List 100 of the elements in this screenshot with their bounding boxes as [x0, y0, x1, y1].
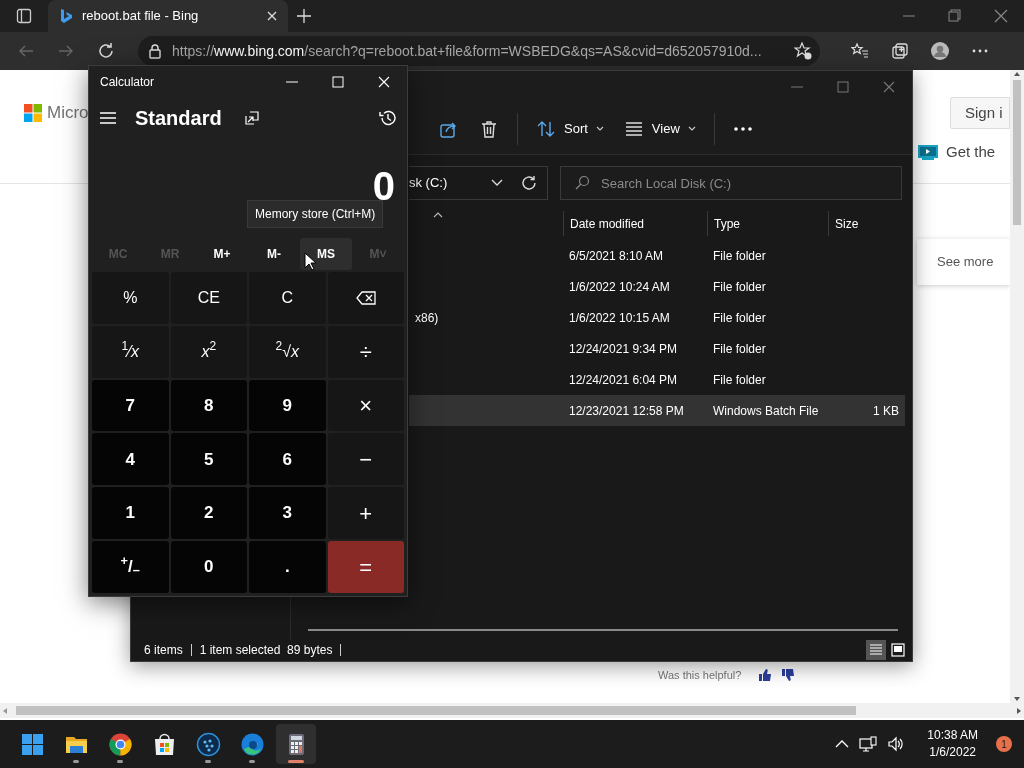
microsoft-logo-icon [24, 104, 42, 122]
memory-button[interactable]: MS [300, 238, 352, 270]
maximize-icon[interactable] [330, 74, 346, 90]
digit-button[interactable]: . [249, 541, 326, 593]
sort-ascending-icon[interactable] [433, 211, 443, 219]
file-row[interactable]: 1/6/2022 10:24 AM File folder [409, 271, 905, 302]
digit-button[interactable]: 6 [249, 433, 326, 486]
tab-actions-icon[interactable] [16, 8, 32, 24]
operator-button[interactable]: + [327, 487, 404, 540]
tab-title: reboot.bat file - Bing [82, 7, 200, 26]
address-field[interactable]: sk (C:) [409, 166, 548, 200]
search-field[interactable]: Search Local Disk (C:) [560, 166, 902, 200]
type-cell-text: Windows Batch File [712, 403, 819, 418]
logo-text: Micro [47, 102, 89, 125]
column-header[interactable]: Type [707, 211, 828, 236]
bing-logo-icon [60, 8, 72, 24]
dropdown-caret-icon [687, 125, 696, 132]
operator-button[interactable]: C [249, 272, 326, 324]
restore-icon[interactable] [947, 8, 963, 24]
file-row[interactable]: 12/24/2021 9:34 PM File folder [409, 333, 905, 364]
collections-icon[interactable] [891, 42, 909, 60]
operator-button[interactable]: − [327, 433, 404, 486]
digit-button[interactable]: 0 [170, 541, 247, 593]
add-favorite-icon[interactable] [794, 42, 812, 60]
selection-info: 1 item selected 89 bytes [199, 642, 333, 659]
type-cell-text: File folder [712, 372, 766, 387]
view-button[interactable]: View [615, 110, 704, 147]
close-tab-icon[interactable] [266, 10, 278, 22]
operator-button[interactable]: x$^{2}$ [170, 325, 247, 378]
date-cell-text: 1/6/2022 10:15 AM [568, 310, 670, 325]
close-icon[interactable] [376, 74, 392, 90]
operator-button[interactable]: × [327, 379, 404, 432]
backspace-button[interactable] [327, 272, 404, 324]
memory-button[interactable]: M+ [196, 238, 248, 270]
equals-button[interactable]: = [327, 541, 404, 593]
new-tab-icon[interactable] [296, 8, 312, 24]
digit-button[interactable]: 2 [170, 487, 247, 540]
browser-ball-icon [107, 731, 133, 757]
operator-button[interactable]: ÷ [327, 325, 404, 378]
type-cell-text: File folder [712, 279, 766, 294]
taskbar-button[interactable] [276, 724, 316, 764]
digit-button[interactable]: 5 [170, 433, 247, 486]
sign-in-button[interactable]: Sign i [950, 97, 1010, 129]
vertical-scrollbar[interactable] [1010, 70, 1024, 703]
network-icon[interactable] [859, 736, 878, 752]
file-row[interactable]: 12/24/2021 6:04 PM File folder [409, 364, 905, 395]
keep-on-top-icon[interactable] [243, 110, 260, 126]
column-header[interactable]: Date modified [563, 211, 707, 236]
app-promo-icon [918, 144, 938, 161]
address-bar[interactable]: https://www.bing.com/search?q=reboot.bat+file&form=WSBEDG&qs=AS&cvid=d652057910d... [138, 36, 820, 66]
digit-button[interactable]: 1 [92, 487, 169, 540]
operator-button[interactable]: $^{2}$√x [249, 325, 326, 378]
preview-icon [891, 643, 905, 657]
menu-icon[interactable] [99, 111, 117, 125]
dropdown-chevron-icon[interactable] [491, 179, 503, 187]
clock-button[interactable]: 10:38 AM 1/6/2022 [927, 727, 978, 761]
scrollbar-thumb[interactable] [1013, 80, 1021, 225]
sort-button[interactable]: Sort [528, 110, 612, 147]
file-row[interactable]: x86) 1/6/2022 10:15 AM File folder [409, 302, 905, 333]
file-name: x86) [414, 310, 439, 325]
chevron-up-icon[interactable] [835, 739, 850, 749]
file-row[interactable]: 12/23/2021 12:58 PM Windows Batch File 1 KB [409, 395, 905, 426]
item-count: 6 items [144, 642, 183, 659]
digit-button[interactable]: 7 [92, 379, 169, 432]
history-icon[interactable] [379, 109, 397, 127]
thumbs-down-icon[interactable] [782, 668, 796, 681]
digit-button[interactable]: 3 [249, 487, 326, 540]
notification-badge[interactable]: 1 [996, 736, 1012, 752]
operator-button[interactable]: % [92, 272, 169, 324]
edge-swirl-icon [239, 731, 265, 757]
size-cell-text: 1 KB [872, 403, 899, 418]
digit-button[interactable]: 9 [249, 379, 326, 432]
favorites-icon[interactable] [851, 42, 869, 60]
profile-avatar-icon[interactable] [931, 42, 949, 60]
type-cell-text: File folder [712, 341, 766, 356]
volume-icon[interactable] [887, 736, 904, 752]
start-icon [19, 731, 45, 757]
horizontal-scrollbar[interactable] [308, 629, 898, 631]
dotted-circle-icon [195, 731, 221, 757]
operator-button[interactable]: CE [170, 272, 247, 324]
file-row[interactable]: 6/5/2021 8:10 AM File folder [409, 240, 905, 271]
horizontal-scrollbar[interactable] [0, 703, 1024, 718]
thumbs-up-icon[interactable] [759, 668, 773, 681]
url-text: https://www.bing.com/search?q=reboot.bat+file&form=WSBEDG&qs=AS&cvid=d652057910d... [172, 41, 763, 61]
digit-button[interactable]: 8 [170, 379, 247, 432]
see-more-link[interactable]: See more [917, 239, 1010, 285]
details-icon [869, 643, 883, 657]
digit-button[interactable]: 4 [92, 433, 169, 486]
digit-button[interactable]: $^{+}$/$_{–}$ [92, 541, 169, 593]
memory-button[interactable]: M- [248, 238, 300, 270]
refresh-icon[interactable] [521, 175, 537, 191]
date-cell-text: 1/6/2022 10:24 AM [568, 279, 670, 294]
operator-button[interactable]: $^{1}$⁄x [92, 325, 169, 378]
tiles-view-button[interactable] [888, 640, 908, 660]
refresh-icon[interactable] [97, 42, 115, 60]
browser-tab[interactable]: reboot.bat file - Bing [48, 0, 288, 32]
scrollbar-thumb[interactable] [16, 706, 856, 715]
feedback-question: Was this helpful? [658, 667, 742, 683]
backspace-icon [355, 290, 376, 305]
column-header[interactable]: Size [828, 211, 906, 236]
